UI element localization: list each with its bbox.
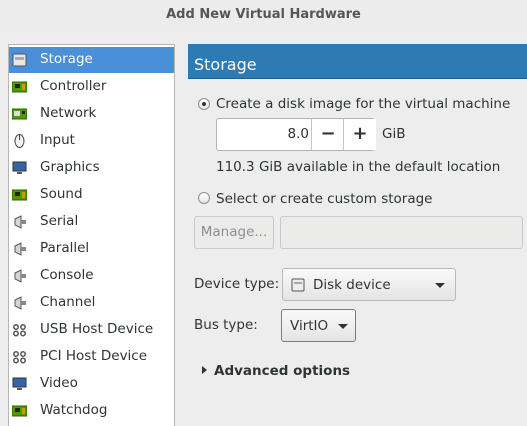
decrement-button[interactable]: −: [311, 119, 344, 150]
storage-path-input[interactable]: [280, 216, 523, 249]
hw-item-label: Network: [40, 105, 97, 121]
hw-item-pci-host-device[interactable]: PCI Host Device: [9, 344, 174, 370]
hw-item-controller[interactable]: Controller: [9, 74, 174, 100]
parallel-plug-icon: [14, 242, 26, 256]
hw-item-parallel[interactable]: Parallel: [9, 236, 174, 262]
bus-type-select[interactable]: VirtIO: [281, 309, 356, 342]
advanced-options-label: Advanced options: [214, 363, 351, 379]
console-plug-icon: [14, 269, 26, 283]
disk-device-icon: [291, 278, 305, 292]
hw-item-label: Parallel: [40, 240, 90, 256]
available-space-label: 110.3 GiB available in the default locat…: [216, 159, 501, 175]
usb-icon: [13, 324, 26, 337]
hw-item-serial[interactable]: Serial: [9, 209, 174, 235]
watchdog-chip-icon: [12, 405, 27, 417]
manage-button[interactable]: Manage...: [194, 216, 274, 249]
hw-item-watchdog[interactable]: Watchdog: [9, 398, 174, 424]
video-monitor-icon: [12, 377, 27, 390]
hw-item-label: Console: [40, 267, 94, 283]
hw-item-storage[interactable]: Storage: [9, 47, 174, 73]
sound-card-icon: [12, 189, 27, 201]
window-title: Add New Virtual Hardware: [0, 0, 527, 32]
hw-item-graphics[interactable]: Graphics: [9, 155, 174, 181]
hw-item-label: Input: [40, 132, 75, 148]
hw-item-label: Storage: [40, 51, 93, 67]
serial-plug-icon: [14, 215, 26, 229]
mouse-icon: [14, 134, 25, 148]
channel-plug-icon: [14, 296, 26, 310]
hw-item-label: Channel: [40, 294, 96, 310]
disk-size-spinner[interactable]: 8.0 − +: [216, 118, 376, 151]
expander-arrow-icon: [202, 366, 207, 374]
hardware-list[interactable]: Storage Controller Network Input Graphic…: [8, 44, 175, 426]
device-type-label: Device type:: [194, 276, 280, 292]
advanced-options-expander[interactable]: Advanced options: [200, 362, 350, 382]
device-type-value: Disk device: [313, 277, 391, 293]
hw-item-label: Video: [40, 375, 78, 391]
panel-header: Storage: [188, 44, 527, 79]
hw-item-video[interactable]: Video: [9, 371, 174, 397]
hw-item-console[interactable]: Console: [9, 263, 174, 289]
hw-item-input[interactable]: Input: [9, 128, 174, 154]
hw-item-label: PCI Host Device: [40, 348, 148, 364]
hw-item-label: USB Host Device: [40, 321, 154, 337]
hw-item-label: Controller: [40, 78, 107, 94]
hw-item-label: Serial: [40, 213, 79, 229]
hw-item-usb-host-device[interactable]: USB Host Device: [9, 317, 174, 343]
create-disk-label: Create a disk image for the virtual mach…: [216, 96, 511, 112]
chevron-down-icon: [435, 283, 445, 288]
network-icon: [12, 108, 27, 120]
hw-item-label: Sound: [40, 186, 83, 202]
monitor-icon: [12, 161, 27, 174]
create-disk-radio[interactable]: [198, 98, 210, 110]
hw-item-label: Watchdog: [40, 402, 108, 418]
pci-icon: [13, 351, 26, 364]
custom-storage-radio[interactable]: [198, 192, 210, 204]
chevron-down-icon: [338, 324, 348, 329]
controller-icon: [12, 81, 27, 93]
size-unit-label: GiB: [382, 126, 406, 142]
hw-item-label: Graphics: [40, 159, 100, 175]
bus-type-value: VirtIO: [290, 318, 329, 334]
increment-button[interactable]: +: [343, 119, 376, 150]
custom-storage-label: Select or create custom storage: [216, 191, 433, 207]
bus-type-label: Bus type:: [194, 317, 258, 333]
hw-item-sound[interactable]: Sound: [9, 182, 174, 208]
hw-item-channel[interactable]: Channel: [9, 290, 174, 316]
disk-size-value[interactable]: 8.0: [217, 126, 309, 142]
hw-item-network[interactable]: Network: [9, 101, 174, 127]
device-type-select[interactable]: Disk device: [282, 268, 456, 301]
storage-icon: [12, 53, 27, 67]
